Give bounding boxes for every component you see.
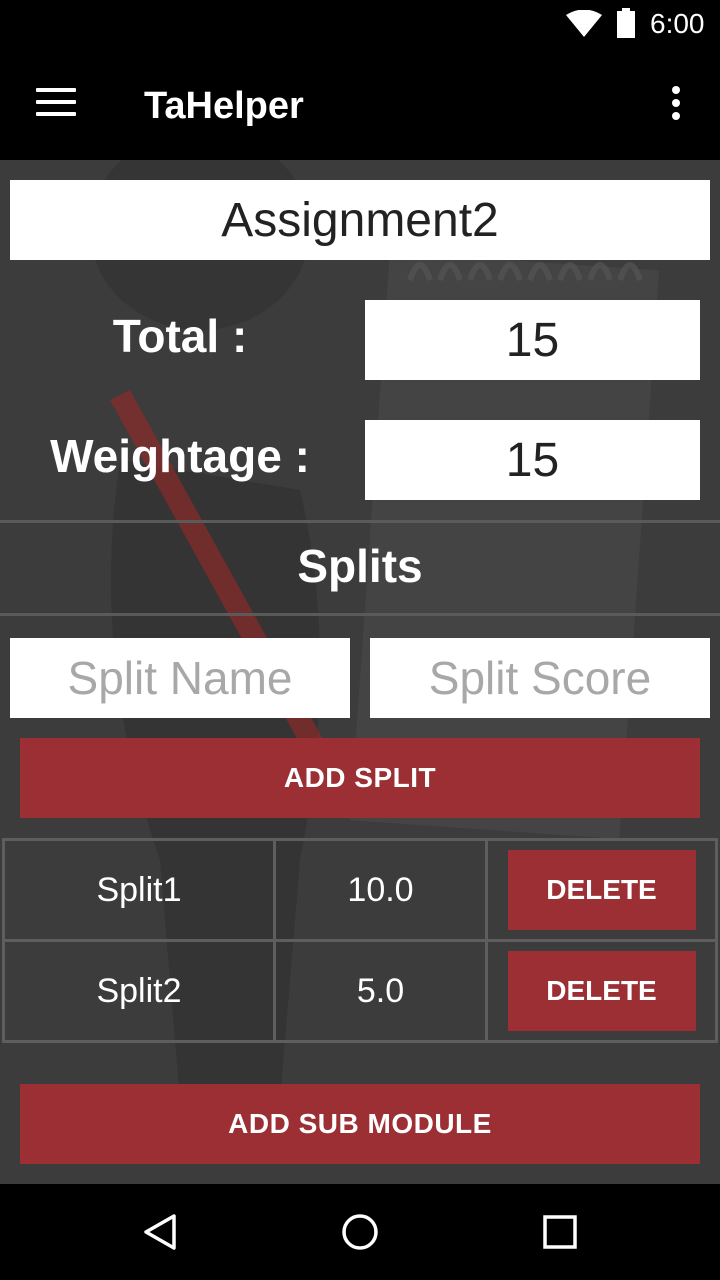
home-icon[interactable] bbox=[340, 1212, 380, 1252]
delete-split-button[interactable]: DELETE bbox=[507, 850, 696, 930]
total-field[interactable]: 15 bbox=[365, 300, 700, 380]
delete-split-button[interactable]: DELETE bbox=[507, 951, 696, 1031]
battery-icon bbox=[617, 8, 635, 38]
app-title: TaHelper bbox=[144, 85, 304, 127]
divider bbox=[0, 520, 720, 523]
main-content: Assignment2 Total : 15 Weightage : 15 Sp… bbox=[0, 160, 720, 1184]
split-name-cell: Split1 bbox=[2, 838, 276, 942]
splits-heading: Splits bbox=[297, 540, 423, 592]
split-score-cell: 10.0 bbox=[273, 838, 488, 942]
table-row: Split1 10.0 DELETE bbox=[2, 838, 718, 942]
overflow-menu-icon[interactable] bbox=[664, 86, 688, 126]
assignment-name-field[interactable]: Assignment2 bbox=[10, 180, 710, 260]
table-row: Split2 5.0 DELETE bbox=[2, 939, 718, 1046]
navigation-bar bbox=[0, 1184, 720, 1280]
splits-table: Split1 10.0 DELETE Split2 5.0 DELETE bbox=[2, 838, 718, 1046]
status-time: 6:00 bbox=[650, 8, 705, 39]
total-label: Total : bbox=[112, 310, 248, 362]
weightage-field[interactable]: 15 bbox=[365, 420, 700, 500]
back-icon[interactable] bbox=[140, 1212, 180, 1252]
status-bar: 6:00 bbox=[0, 0, 720, 48]
split-action-cell: DELETE bbox=[485, 838, 718, 942]
split-score-cell: 5.0 bbox=[273, 939, 488, 1043]
split-action-cell: DELETE bbox=[485, 939, 718, 1043]
split-score-input[interactable] bbox=[370, 638, 710, 718]
wifi-icon bbox=[566, 10, 602, 37]
add-split-button[interactable]: ADD SPLIT bbox=[20, 738, 700, 818]
weightage-label: Weightage : bbox=[50, 430, 310, 482]
divider bbox=[0, 613, 720, 616]
split-name-input[interactable] bbox=[10, 638, 350, 718]
recents-icon[interactable] bbox=[540, 1212, 580, 1252]
app-bar: TaHelper bbox=[0, 48, 720, 160]
split-name-cell: Split2 bbox=[2, 939, 276, 1043]
add-sub-module-button[interactable]: ADD SUB MODULE bbox=[20, 1084, 700, 1164]
hamburger-menu-icon[interactable] bbox=[36, 88, 76, 120]
